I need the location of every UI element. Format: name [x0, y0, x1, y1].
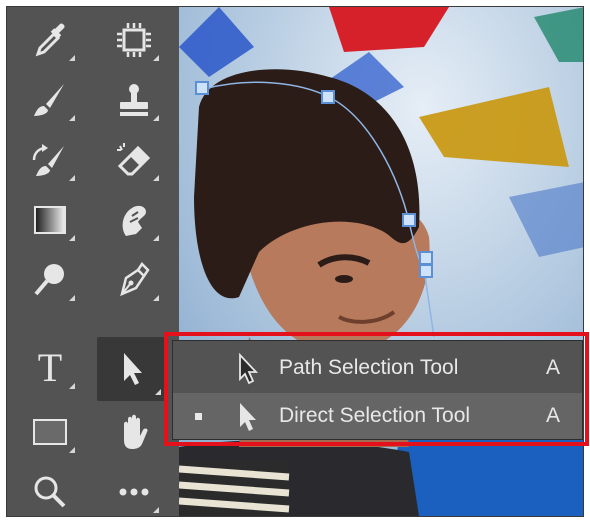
clone-stamp-tool[interactable]: [103, 73, 165, 127]
pen-icon: [120, 262, 150, 297]
ellipsis-icon: [119, 488, 149, 496]
hand-tool[interactable]: [103, 405, 165, 459]
pen-tool[interactable]: [103, 253, 165, 307]
history-brush-icon: [32, 144, 64, 176]
type-icon: T: [37, 345, 63, 390]
eraser-tool[interactable]: [103, 133, 165, 187]
type-tool[interactable]: T: [19, 341, 81, 395]
gradient-tool[interactable]: [19, 193, 81, 247]
brush-icon: [34, 84, 64, 116]
artboard-tool[interactable]: [103, 13, 165, 67]
anchor-point: [195, 81, 209, 95]
anchor-point: [402, 213, 416, 227]
red-highlight-box: [164, 332, 589, 446]
rectangle-tool[interactable]: [19, 405, 81, 459]
dodge-icon: [34, 264, 64, 296]
artboard-icon: [117, 23, 151, 57]
gradient-icon: [34, 206, 66, 234]
anchor-point: [419, 264, 433, 278]
smudge-tool[interactable]: [103, 193, 165, 247]
history-brush-tool[interactable]: [19, 133, 81, 187]
selection-tool[interactable]: [97, 337, 167, 401]
arrow-cursor-icon: [124, 353, 142, 385]
magnifier-icon: [34, 476, 66, 508]
anchor-point: [419, 251, 433, 265]
stamp-icon: [120, 84, 148, 116]
zoom-tool[interactable]: [19, 465, 81, 516]
brush-tool[interactable]: [19, 73, 81, 127]
dodge-tool[interactable]: [19, 253, 81, 307]
more-tools[interactable]: [103, 465, 165, 516]
rectangle-icon: [33, 419, 67, 445]
hand-icon: [124, 414, 148, 449]
eraser-icon: [117, 143, 151, 176]
tools-panel: T: [7, 7, 179, 516]
anchor-point: [321, 90, 335, 104]
eyedropper-tool[interactable]: [19, 13, 81, 67]
eyedropper-icon: [35, 23, 65, 57]
smudge-icon: [122, 205, 146, 236]
